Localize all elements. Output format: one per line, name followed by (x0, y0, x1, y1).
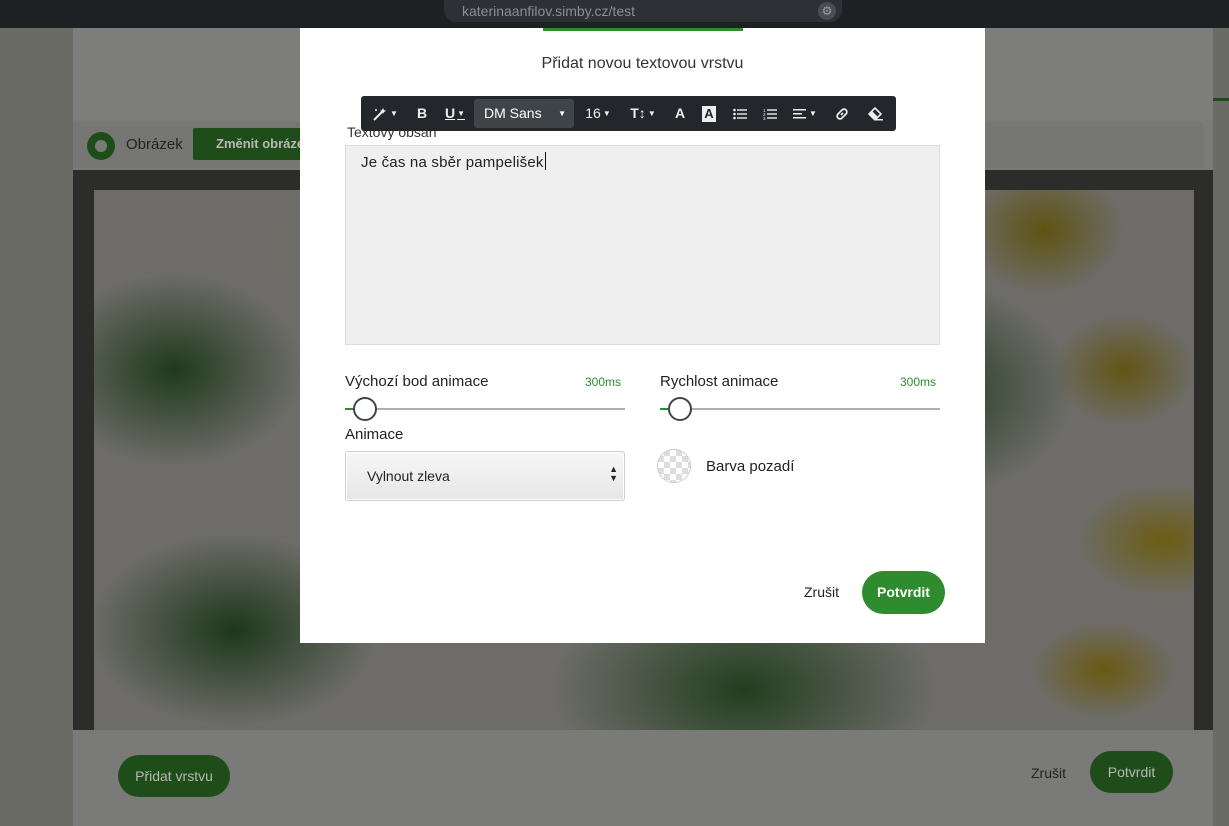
background-cancel-button[interactable]: Zrušit (1031, 765, 1066, 781)
background-color-swatch[interactable] (657, 449, 691, 483)
text-editor[interactable]: Je čas na sběr pampelišek (345, 145, 940, 345)
font-size-select[interactable]: 16 ▼ (581, 96, 615, 131)
font-color-icon[interactable]: A (670, 96, 690, 131)
animation-start-handle[interactable] (353, 397, 377, 421)
confirm-button[interactable]: Potvrdit (862, 571, 945, 614)
animation-start-track[interactable] (345, 408, 625, 410)
select-arrows-icon: ▲ ▼ (609, 464, 618, 483)
editor-content[interactable]: Je čas na sběr pampelišek (361, 152, 546, 171)
underline-icon[interactable]: U ▼ (440, 96, 470, 131)
cancel-button[interactable]: Zrušit (804, 584, 839, 600)
chevron-down-icon: ▼ (558, 109, 566, 118)
address-bar[interactable]: katerinaanfilov.simby.cz/test ⚙ (444, 0, 842, 22)
font-family-value: DM Sans (484, 105, 542, 121)
background-color-label: Barva pozadí (706, 458, 795, 475)
image-radio-label: Obrázek (126, 136, 183, 153)
link-icon[interactable] (830, 96, 854, 131)
animation-speed-track[interactable] (660, 408, 940, 410)
browser-bar: katerinaanfilov.simby.cz/test ⚙ (0, 0, 1229, 28)
gear-icon[interactable]: ⚙ (818, 2, 836, 20)
divider (1213, 98, 1229, 101)
animation-select[interactable]: Vylnout zleva ▲ ▼ (345, 451, 625, 501)
text-caret (544, 152, 546, 170)
image-radio[interactable] (87, 132, 115, 160)
dialog-title: Přidat novou textovou vrstvu (541, 55, 744, 72)
animation-select-value: Vylnout zleva (367, 468, 450, 484)
change-image-button[interactable]: Změnit obráze (193, 128, 313, 160)
editor-text-value: Je čas na sběr pampelišek (361, 154, 544, 171)
font-size-value: 16 (585, 105, 601, 121)
dialog-accent-bar (543, 28, 743, 31)
animation-label: Animace (345, 426, 404, 443)
animation-start-value: 300ms (585, 375, 622, 389)
add-layer-button[interactable]: Přidat vrstvu (118, 755, 230, 797)
highlight-icon[interactable]: A (698, 96, 720, 131)
font-family-select[interactable]: DM Sans ▼ (474, 99, 574, 128)
animation-speed-handle[interactable] (668, 397, 692, 421)
bold-icon[interactable]: B (411, 96, 433, 131)
bullet-list-icon[interactable] (729, 96, 751, 131)
eraser-icon[interactable] (864, 96, 888, 131)
animation-start-label: Výchozí bod animace (345, 373, 489, 390)
text-format-toolbar: ▼ B U ▼ DM Sans ▼ 16 ▼ T↕ ▼ A A 123 ▼ (361, 96, 896, 131)
animation-speed-value: 300ms (900, 375, 937, 389)
align-icon[interactable]: ▼ (789, 96, 821, 131)
background-confirm-button[interactable]: Potvrdit (1090, 751, 1173, 793)
line-height-icon[interactable]: T↕ ▼ (627, 96, 659, 131)
magic-icon[interactable]: ▼ (369, 96, 401, 131)
svg-text:3: 3 (763, 116, 766, 121)
numbered-list-icon[interactable]: 123 (759, 96, 781, 131)
animation-speed-label: Rychlost animace (660, 373, 779, 390)
url-text: katerinaanfilov.simby.cz/test (462, 3, 635, 19)
